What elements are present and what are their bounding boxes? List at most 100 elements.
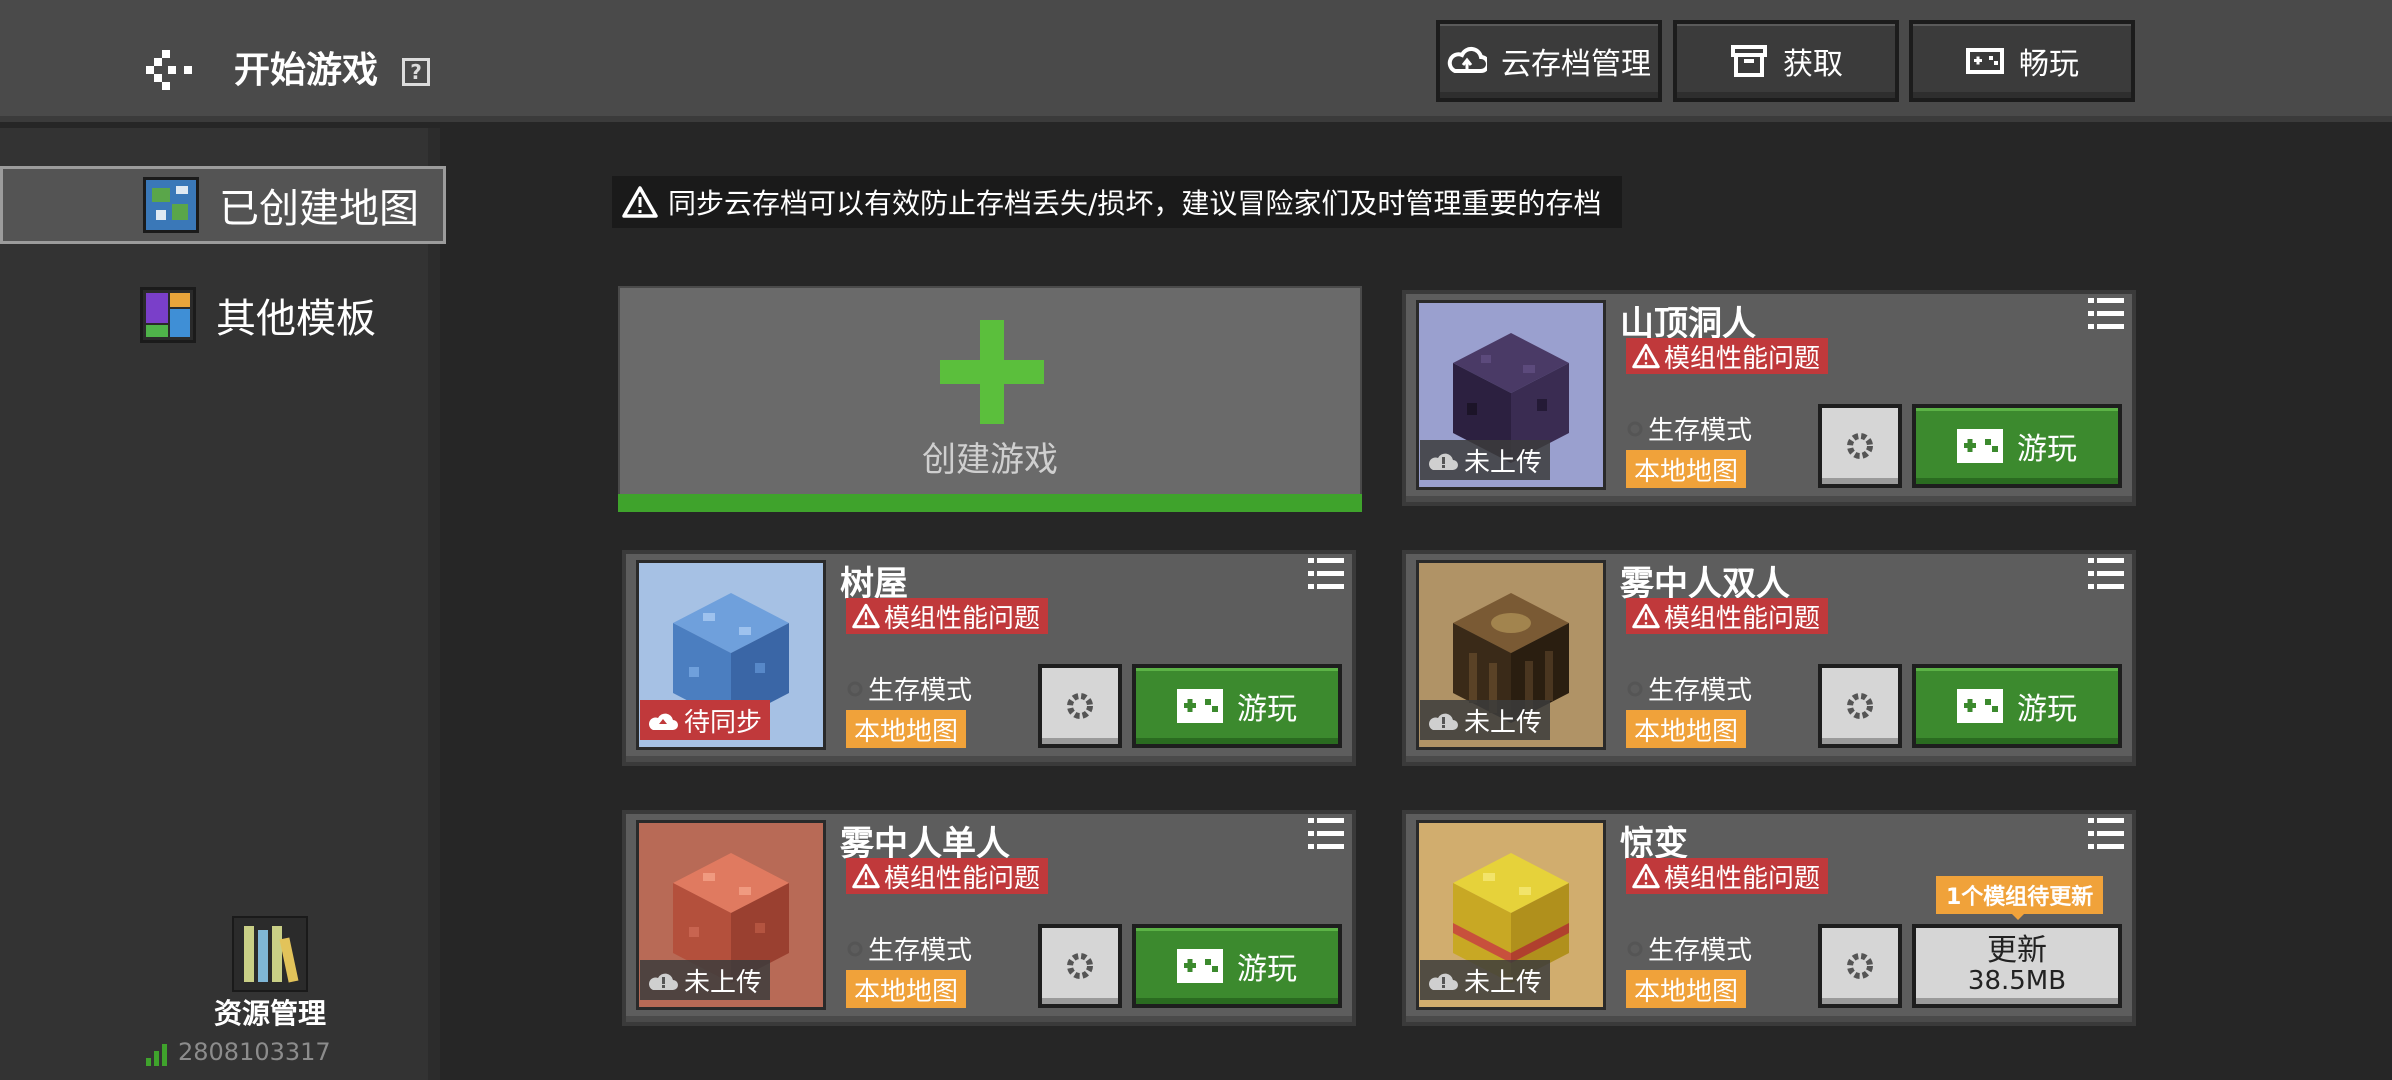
sync-notice-banner: 同步云存档可以有效防止存档丢失/损坏，建议冒险家们及时管理重要的存档 <box>612 176 1622 228</box>
local-map-badge: 本地地图 <box>1626 970 1747 1008</box>
sync-status-badge: 未上传 <box>640 960 771 1000</box>
play-mode-button[interactable]: 畅玩 <box>1909 20 2135 102</box>
mod-warning-badge[interactable]: 模组性能问题 <box>1626 598 1829 634</box>
mode-icon <box>1627 421 1643 436</box>
menu-icon[interactable] <box>1308 818 1344 850</box>
game-mode-text: 生存模式 <box>1648 416 1753 446</box>
gear-icon <box>1847 953 1873 979</box>
page-title: 开始游戏 <box>234 50 379 91</box>
sync-status-text: 未上传 <box>1464 707 1543 738</box>
sync-status-badge: 未上传 <box>1420 960 1551 1000</box>
sidebar-item-label: 其他模板 <box>216 296 376 342</box>
gamepad-icon <box>1966 48 2004 74</box>
create-game-label: 创建游戏 <box>922 440 1058 480</box>
user-id: 2808103317 <box>178 1038 331 1066</box>
mod-warning-text: 模组性能问题 <box>1664 343 1821 374</box>
settings-button[interactable] <box>1818 664 1902 748</box>
mod-warning-badge[interactable]: 模组性能问题 <box>846 858 1049 894</box>
gear-icon <box>1847 433 1873 459</box>
mod-update-tooltip: 1个模组待更新 <box>1936 876 2104 914</box>
warning-icon <box>622 186 658 218</box>
play-label: 游玩 <box>2017 432 2077 467</box>
menu-icon[interactable] <box>2088 558 2124 590</box>
settings-button[interactable] <box>1818 924 1902 1008</box>
cloud-save-label: 云存档管理 <box>1501 47 1651 82</box>
mod-warning-text: 模组性能问题 <box>1664 603 1821 634</box>
cloud-warning-icon <box>649 973 678 990</box>
mod-warning-text: 模组性能问题 <box>884 863 1041 894</box>
mod-warning-text: 模组性能问题 <box>884 603 1041 634</box>
sidebar-item-created-maps[interactable]: 已创建地图 <box>0 166 446 244</box>
sync-status-text: 未上传 <box>1464 447 1543 478</box>
gear-icon <box>1067 953 1093 979</box>
template-icon <box>140 287 196 343</box>
warning-icon <box>852 603 880 629</box>
game-mode: 生存模式 <box>1626 410 1752 447</box>
gear-icon <box>1067 693 1093 719</box>
mod-warning-badge[interactable]: 模组性能问题 <box>846 598 1049 634</box>
help-icon[interactable]: ? <box>402 58 430 86</box>
mod-warning-badge[interactable]: 模组性能问题 <box>1626 338 1829 374</box>
mode-icon <box>1627 941 1643 956</box>
user-id-row: 2808103317 <box>146 1038 331 1066</box>
sidebar-item-label: 已创建地图 <box>219 186 419 232</box>
signal-icon <box>146 1044 167 1066</box>
sidebar-item-other-templates[interactable]: 其他模板 <box>0 276 446 354</box>
warning-icon <box>852 863 880 889</box>
play-button[interactable]: 游玩 <box>1132 664 1342 748</box>
back-button[interactable] <box>140 42 200 102</box>
local-map-badge: 本地地图 <box>846 710 967 748</box>
sync-status-text: 未上传 <box>1464 967 1543 998</box>
cloud-warning-icon <box>1429 453 1458 470</box>
menu-icon[interactable] <box>1308 558 1344 590</box>
local-map-badge: 本地地图 <box>846 970 967 1008</box>
world-globe-icon <box>143 177 199 233</box>
game-mode-text: 生存模式 <box>868 936 973 966</box>
sync-status-text: 待同步 <box>684 707 763 738</box>
settings-button[interactable] <box>1038 664 1122 748</box>
tooltip-arrow <box>2010 912 2026 920</box>
game-mode: 生存模式 <box>846 670 972 707</box>
sync-status-badge: 未上传 <box>1420 440 1551 480</box>
resource-manager-label[interactable]: 资源管理 <box>180 992 360 1032</box>
gamepad-icon <box>1957 429 2003 463</box>
get-button[interactable]: 获取 <box>1673 20 1899 102</box>
sync-status-badge: 未上传 <box>1420 700 1551 740</box>
warning-icon <box>1632 863 1660 889</box>
cloud-warning-icon <box>1429 973 1458 990</box>
menu-icon[interactable] <box>2088 298 2124 330</box>
play-button[interactable]: 游玩 <box>1912 404 2122 488</box>
plus-icon <box>940 320 1044 424</box>
cloud-warning-icon <box>1429 713 1458 730</box>
play-label: 游玩 <box>1237 692 1297 727</box>
update-button[interactable]: 更新 38.5MB <box>1912 924 2122 1008</box>
update-size: 38.5MB <box>1967 966 2067 996</box>
settings-button[interactable] <box>1818 404 1902 488</box>
mod-warning-badge[interactable]: 模组性能问题 <box>1626 858 1829 894</box>
gear-icon <box>1847 693 1873 719</box>
get-label: 获取 <box>1783 47 1843 82</box>
menu-icon[interactable] <box>2088 818 2124 850</box>
sync-notice-text: 同步云存档可以有效防止存档丢失/损坏，建议冒险家们及时管理重要的存档 <box>668 187 1602 220</box>
warning-icon <box>1632 603 1660 629</box>
play-mode-label: 畅玩 <box>2019 47 2079 82</box>
settings-button[interactable] <box>1038 924 1122 1008</box>
game-mode-text: 生存模式 <box>868 676 973 706</box>
warning-icon <box>1632 343 1660 369</box>
play-label: 游玩 <box>1237 952 1297 987</box>
cloud-sync-icon <box>1447 46 1487 73</box>
chest-icon <box>1731 45 1767 77</box>
mode-icon <box>1627 681 1643 696</box>
play-label: 游玩 <box>2017 692 2077 727</box>
game-mode-text: 生存模式 <box>1648 936 1753 966</box>
play-button[interactable]: 游玩 <box>1912 664 2122 748</box>
mode-icon <box>847 681 863 696</box>
local-map-badge: 本地地图 <box>1626 710 1747 748</box>
local-map-badge: 本地地图 <box>1626 450 1747 488</box>
back-arrow-icon <box>146 50 192 90</box>
mode-icon <box>847 941 863 956</box>
resource-manager-icon[interactable] <box>232 916 308 992</box>
cloud-save-button[interactable]: 云存档管理 <box>1436 20 1662 102</box>
create-game-bar <box>618 494 1362 512</box>
play-button[interactable]: 游玩 <box>1132 924 1342 1008</box>
